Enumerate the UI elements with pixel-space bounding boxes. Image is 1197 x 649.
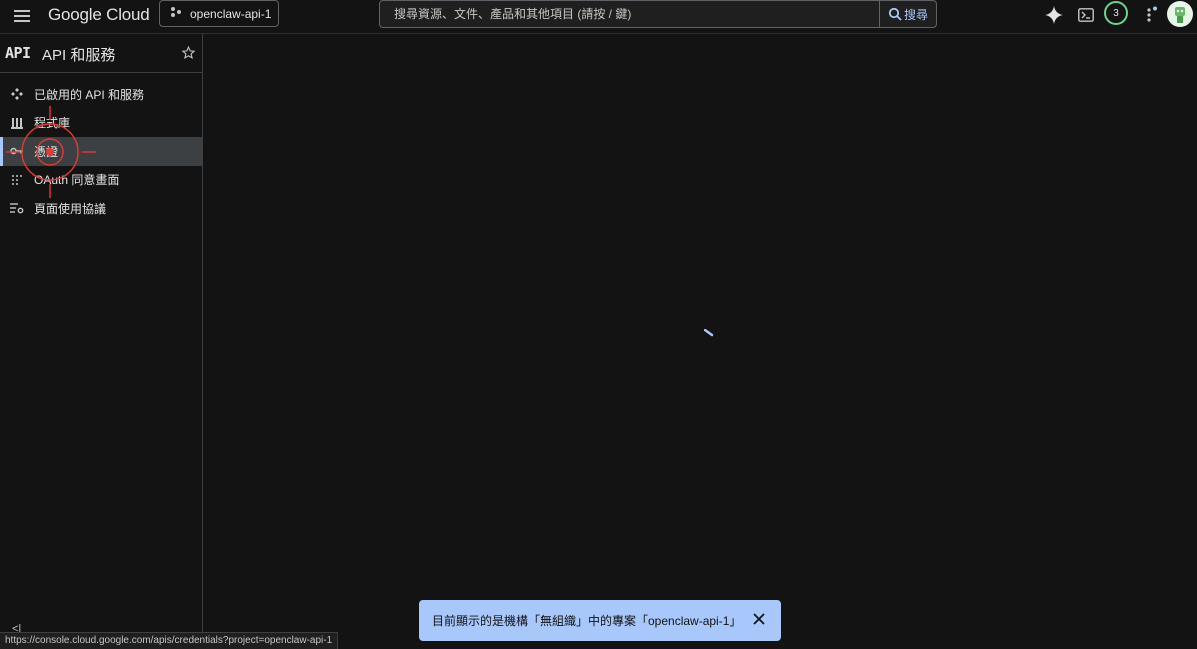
project-name: openclaw-api-1 bbox=[190, 6, 272, 21]
notifications-badge[interactable]: 3 bbox=[1104, 1, 1128, 25]
search-input[interactable] bbox=[380, 6, 879, 22]
project-icon bbox=[170, 6, 182, 21]
close-icon[interactable] bbox=[753, 613, 765, 628]
top-bar: Google Cloud openclaw-api-1 搜尋 3 bbox=[0, 0, 1197, 34]
api-diamond-icon bbox=[10, 87, 24, 101]
key-icon bbox=[10, 144, 24, 158]
sidebar-item-label: 憑證 bbox=[34, 144, 59, 159]
sidebar-item-credentials[interactable]: 憑證 bbox=[0, 137, 202, 166]
google-cloud-logo[interactable]: Google Cloud bbox=[48, 5, 150, 25]
library-icon bbox=[10, 116, 24, 130]
gemini-sparkle-icon[interactable] bbox=[1043, 4, 1065, 26]
sidebar-item-page-usage-agreement[interactable]: 頁面使用協議 bbox=[0, 194, 202, 223]
sidebar-item-label: 已啟用的 API 和服務 bbox=[34, 87, 145, 102]
sidebar-item-label: 頁面使用協議 bbox=[34, 201, 107, 216]
account-avatar[interactable] bbox=[1167, 1, 1193, 27]
page-settings-icon bbox=[10, 201, 24, 215]
sidebar-item-library[interactable]: 程式庫 bbox=[0, 109, 202, 138]
sidebar-item-oauth-consent[interactable]: OAuth 同意畫面 bbox=[0, 166, 202, 195]
sidebar-header: API API 和服務 bbox=[0, 34, 202, 73]
sidebar: API API 和服務 已啟用的 API 和服務 程式庫 憑證 OAuth 同意… bbox=[0, 34, 203, 648]
sidebar-item-label: 程式庫 bbox=[34, 116, 71, 131]
loading-spinner bbox=[703, 324, 714, 342]
project-picker-button[interactable]: openclaw-api-1 bbox=[159, 0, 279, 27]
oauth-dots-icon bbox=[10, 173, 24, 187]
sidebar-item-label: OAuth 同意畫面 bbox=[34, 173, 120, 188]
main-menu-button[interactable] bbox=[12, 6, 34, 26]
status-url: https://console.cloud.google.com/apis/cr… bbox=[0, 632, 339, 649]
sidebar-item-enabled-apis[interactable]: 已啟用的 API 和服務 bbox=[0, 80, 202, 109]
star-icon[interactable] bbox=[181, 45, 196, 64]
search-icon bbox=[888, 7, 902, 21]
sidebar-nav: 已啟用的 API 和服務 程式庫 憑證 OAuth 同意畫面 頁面使用協議 bbox=[0, 80, 202, 223]
project-info-toast: 目前顯示的是機構「無組織」中的專案「openclaw-api-1」 bbox=[419, 600, 781, 641]
search-button[interactable]: 搜尋 bbox=[879, 1, 936, 27]
cloud-shell-icon[interactable] bbox=[1075, 4, 1097, 26]
api-logo: API bbox=[5, 44, 31, 62]
sidebar-title: API 和服務 bbox=[42, 47, 116, 64]
search-bar: 搜尋 bbox=[379, 0, 937, 28]
search-button-label: 搜尋 bbox=[903, 7, 928, 22]
more-options-icon[interactable] bbox=[1140, 4, 1162, 26]
toast-message: 目前顯示的是機構「無組織」中的專案「openclaw-api-1」 bbox=[432, 614, 742, 628]
